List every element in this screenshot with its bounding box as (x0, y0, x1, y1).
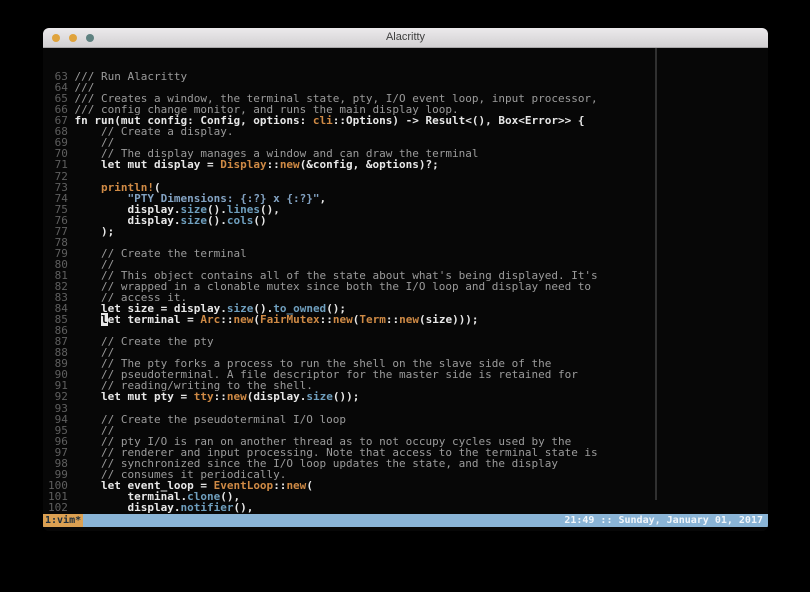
code-segment: Display (220, 158, 266, 171)
code-line: 68 // Create a display. (48, 126, 768, 137)
code-segment: new (399, 313, 419, 326)
code-segment: Term (359, 313, 386, 326)
code-segment: new (280, 158, 300, 171)
code-segment: tty (194, 390, 214, 403)
code-segment: cli (313, 114, 333, 127)
code-line: 92 let mut pty = tty::new(display.size()… (48, 391, 768, 402)
code-segment: ( (253, 313, 260, 326)
code-segment: :: (214, 390, 227, 403)
minimize-button[interactable] (69, 34, 77, 42)
code-segment: (&config, &options)?; (300, 158, 439, 171)
tmux-status-bar: 1:vim* 21:49 :: Sunday, January 01, 2017 (43, 514, 768, 527)
code-line: 63 /// Run Alacritty (48, 71, 768, 82)
alacritty-window: Alacritty 63 /// Run Alacritty 64 /// 65… (43, 28, 768, 531)
zoom-button[interactable] (86, 34, 94, 42)
code-segment: :: (273, 479, 286, 492)
code-segment: :: (386, 313, 399, 326)
code-segment: let mut display = (75, 158, 221, 171)
code-segment: FairMutex (260, 313, 320, 326)
code-segment: (). (207, 214, 227, 227)
code-segment: ); (75, 225, 115, 238)
code-segment: (display. (247, 390, 307, 403)
code-segment (75, 313, 102, 326)
code-segment: new (333, 313, 353, 326)
code-segment: new (233, 313, 253, 326)
code-segment: (size))); (419, 313, 479, 326)
tmux-clock: 21:49 :: Sunday, January 01, 2017 (564, 514, 768, 527)
vertical-split-divider[interactable] (655, 48, 657, 500)
code-segment: cols (227, 214, 254, 227)
code-segment: (), (233, 501, 253, 514)
code-segment: Arc (200, 313, 220, 326)
code-segment: :: (220, 313, 233, 326)
code-segment: () (253, 214, 266, 227)
code-area: 63 /// Run Alacritty 64 /// 65 /// Creat… (48, 71, 768, 524)
close-button[interactable] (52, 34, 60, 42)
code-line: 71 let mut display = Display::new(&confi… (48, 159, 768, 170)
code-line: 85 let terminal = Arc::new(FairMutex::ne… (48, 314, 768, 325)
code-line: 94 // Create the pseudoterminal I/O loop (48, 414, 768, 425)
code-line: 76 display.size().cols() (48, 215, 768, 226)
vim-cursor: l (101, 313, 108, 326)
code-line: 87 // Create the pty (48, 336, 768, 347)
desktop-background: Alacritty 63 /// Run Alacritty 64 /// 65… (0, 0, 810, 592)
code-segment: let mut pty = (75, 390, 194, 403)
window-title: Alacritty (386, 28, 425, 47)
code-segment: new (227, 390, 247, 403)
code-segment: :: (320, 313, 333, 326)
code-segment: size (306, 390, 333, 403)
tmux-window-tab[interactable]: 1:vim* (43, 514, 83, 527)
code-line: 77 ); (48, 226, 768, 237)
code-segment: , (320, 192, 327, 205)
code-segment: new (286, 479, 306, 492)
terminal-viewport[interactable]: 63 /// Run Alacritty 64 /// 65 /// Creat… (43, 48, 768, 531)
code-segment: et terminal = (108, 313, 201, 326)
traffic-lights (52, 28, 94, 47)
code-segment: :: (267, 158, 280, 171)
code-segment: ( (306, 479, 313, 492)
code-segment: ()); (333, 390, 360, 403)
title-bar[interactable]: Alacritty (43, 28, 768, 48)
code-segment: size (180, 214, 207, 227)
code-line: 79 // Create the terminal (48, 248, 768, 259)
code-segment: ::Options) -> Result<(), Box<Error>> { (333, 114, 585, 127)
code-segment: // Create the pseudoterminal I/O loop (75, 413, 347, 426)
